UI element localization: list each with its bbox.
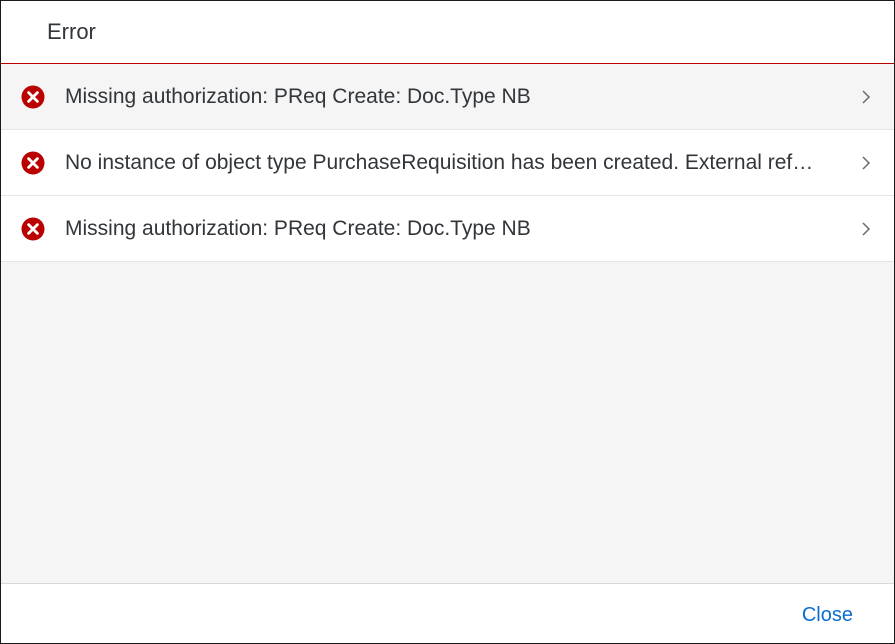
message-item[interactable]: Missing authorization: PReq Create: Doc.… xyxy=(1,64,894,130)
chevron-right-icon xyxy=(860,220,872,238)
chevron-right-icon xyxy=(860,154,872,172)
message-item[interactable]: Missing authorization: PReq Create: Doc.… xyxy=(1,196,894,262)
error-circle-icon xyxy=(21,217,45,241)
error-circle-icon xyxy=(21,151,45,175)
message-list: Missing authorization: PReq Create: Doc.… xyxy=(1,64,894,262)
error-circle-icon xyxy=(21,85,45,109)
message-text: Missing authorization: PReq Create: Doc.… xyxy=(65,216,531,240)
message-text: Missing authorization: PReq Create: Doc.… xyxy=(65,84,531,108)
chevron-right-icon xyxy=(860,88,872,106)
dialog-footer: Close xyxy=(1,583,894,643)
close-button[interactable]: Close xyxy=(792,598,863,633)
message-list-area: Missing authorization: PReq Create: Doc.… xyxy=(1,64,894,583)
dialog-header: Error xyxy=(1,1,894,64)
error-dialog: Error Missing authorization: PReq Create… xyxy=(0,0,895,644)
dialog-title: Error xyxy=(47,19,96,44)
message-item[interactable]: No instance of object type PurchaseRequi… xyxy=(1,130,894,196)
message-text: No instance of object type PurchaseRequi… xyxy=(65,150,823,174)
